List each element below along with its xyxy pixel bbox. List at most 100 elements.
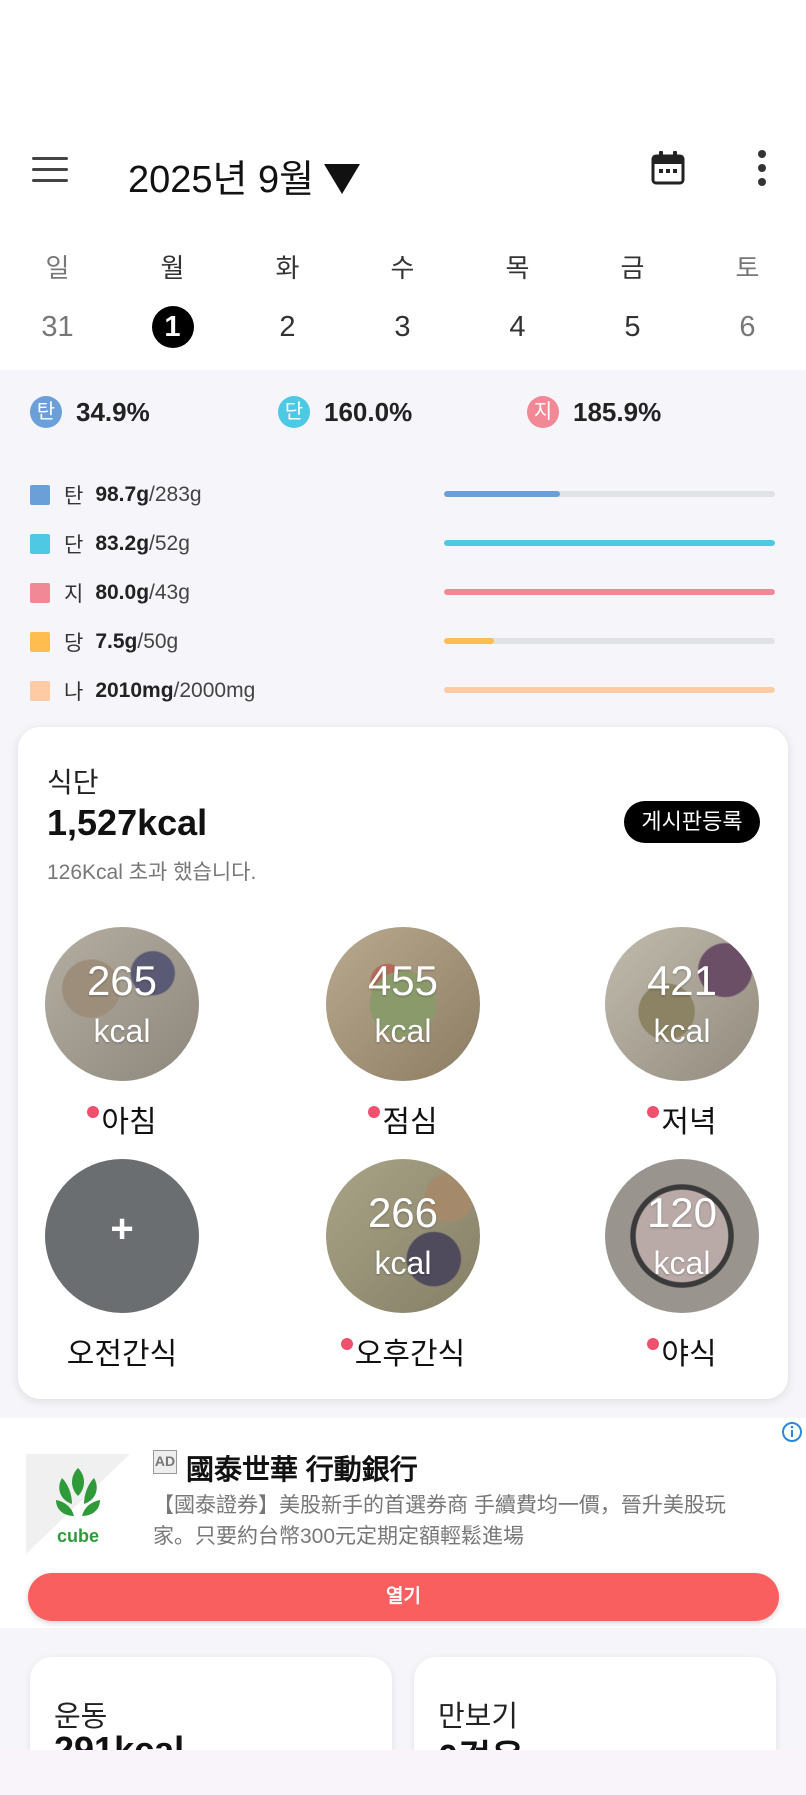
meal-breakfast[interactable]: 265 kcal 아침 xyxy=(32,927,212,1141)
logged-dot xyxy=(368,1106,381,1118)
carb-badge: 탄 xyxy=(30,396,62,428)
fat-percent-value: 185.9% xyxy=(573,396,662,427)
ad-banner[interactable]: cube AD 國泰世華 行動銀行 【國泰證券】美股新手的首選券商 手續費均一價… xyxy=(0,1418,806,1628)
protein-percent: 단 160.0% xyxy=(278,396,412,428)
logged-dot xyxy=(647,1338,660,1350)
bottom-edge xyxy=(0,1750,806,1795)
date-cell[interactable]: 2 xyxy=(267,306,309,348)
meal-name: 야식 xyxy=(661,1338,717,1371)
meal-photo: 455 kcal xyxy=(326,927,480,1081)
dropdown-arrow-icon xyxy=(324,164,361,194)
date-cell[interactable]: 6 xyxy=(727,306,769,348)
nutrient-name: 단 xyxy=(64,533,84,557)
nutrient-amount: 7.5g xyxy=(95,629,138,653)
meal-photo: 421 kcal xyxy=(605,927,759,1081)
logged-dot xyxy=(647,1106,660,1118)
meal-kcal-unit: kcal xyxy=(653,1013,711,1049)
legend-swatch xyxy=(30,484,50,505)
nutrient-name: 탄 xyxy=(64,484,84,508)
weekday-label: 일 xyxy=(45,253,70,283)
meal-photo: 266 kcal xyxy=(326,1159,480,1313)
meal-morning-snack[interactable]: + 오전간식 xyxy=(32,1159,212,1373)
calendar-icon[interactable] xyxy=(650,150,686,186)
ad-title[interactable]: 國泰世華 行動銀行 xyxy=(186,1448,418,1488)
nutrient-amount: 83.2g xyxy=(95,531,150,555)
meal-kcal-unit: kcal xyxy=(374,1245,432,1281)
nutrient-goal: /43g xyxy=(149,580,190,604)
meal-name: 점심 xyxy=(382,1106,438,1139)
weekday-label: 목 xyxy=(505,253,530,283)
nutrient-goal: /52g xyxy=(149,531,190,555)
fat-badge: 지 xyxy=(527,396,559,428)
nutrient-name: 나 xyxy=(64,680,84,704)
svg-text:cube: cube xyxy=(57,1526,99,1546)
legend-swatch xyxy=(30,631,50,652)
legend-swatch xyxy=(30,533,50,554)
meal-kcal-value: 455 xyxy=(367,957,439,1004)
nutrient-progress-bar xyxy=(444,589,775,595)
meal-name: 아침 xyxy=(101,1106,157,1139)
ad-open-button[interactable]: 열기 xyxy=(28,1573,779,1621)
meal-photo: 120 kcal xyxy=(605,1159,759,1313)
meal-afternoon-snack[interactable]: 266 kcal 오후간식 xyxy=(313,1159,493,1373)
nutrient-progress-bar xyxy=(444,687,775,693)
weekday-label: 수 xyxy=(390,253,415,283)
nutrient-amount: 80.0g xyxy=(95,580,150,604)
meal-kcal-value: 120 xyxy=(646,1189,718,1236)
carb-percent: 탄 34.9% xyxy=(30,396,150,428)
legend-swatch xyxy=(30,582,50,603)
weekday-label: 토 xyxy=(735,253,760,283)
date-cell[interactable]: 31 xyxy=(37,306,79,348)
protein-badge: 단 xyxy=(278,396,310,428)
ad-description: 【國泰證券】美股新手的首選券商 手續費均一價，晉升美股玩家。只要約台幣300元定… xyxy=(153,1494,726,1548)
date-cell[interactable]: 3 xyxy=(382,306,424,348)
meal-kcal-unit: kcal xyxy=(93,1013,151,1049)
date-row: 31 1 2 3 4 5 6 xyxy=(0,306,806,348)
weekday-label: 화 xyxy=(275,253,300,283)
nutrient-row-fat: 지 80.0g/43g xyxy=(30,568,780,617)
menu-icon[interactable] xyxy=(32,157,68,183)
nutrient-row-sugar: 당 7.5g/50g xyxy=(30,617,780,666)
add-meal-button[interactable]: + xyxy=(45,1159,199,1313)
nutrient-progress-bar xyxy=(444,540,775,546)
date-cell[interactable]: 4 xyxy=(497,306,539,348)
info-icon[interactable] xyxy=(780,1420,804,1444)
more-options-icon[interactable] xyxy=(752,150,772,186)
nutrient-goal: /2000mg xyxy=(173,678,256,702)
date-cell-selected[interactable]: 1 xyxy=(151,306,194,348)
carb-percent-value: 34.9% xyxy=(76,396,150,427)
protein-percent-value: 160.0% xyxy=(324,396,413,427)
nutrient-name: 당 xyxy=(64,631,84,655)
board-register-button[interactable]: 게시판등록 xyxy=(624,801,760,843)
nutrient-goal: /50g xyxy=(137,629,179,653)
nutrient-row-protein: 단 83.2g/52g xyxy=(30,519,780,568)
logged-dot xyxy=(340,1338,353,1350)
meal-lunch[interactable]: 455 kcal 점심 xyxy=(313,927,493,1141)
nutrient-row-sodium: 나 2010mg/2000mg xyxy=(30,666,780,715)
diet-note: 126Kcal 초과 했습니다. xyxy=(47,861,257,884)
month-selector[interactable]: 2025년 9월 xyxy=(128,148,361,203)
nutrient-amount: 98.7g xyxy=(95,482,150,506)
nutrient-goal: /283g xyxy=(149,482,202,506)
fat-percent: 지 185.9% xyxy=(527,396,661,428)
meal-dinner[interactable]: 421 kcal 저녁 xyxy=(592,927,772,1141)
meal-late-night[interactable]: 120 kcal 야식 xyxy=(592,1159,772,1373)
nutrient-row-carb: 탄 98.7g/283g xyxy=(30,470,780,519)
meal-kcal-unit: kcal xyxy=(374,1013,432,1049)
cube-logo-icon: cube xyxy=(26,1454,130,1554)
plus-icon: + xyxy=(110,1207,134,1251)
macro-percent-row: 탄 34.9% 단 160.0% 지 185.9% xyxy=(30,396,790,432)
meal-kcal-value: 265 xyxy=(86,957,158,1004)
diet-label: 식단 xyxy=(47,767,99,798)
meal-name: 오후간식 xyxy=(354,1338,466,1371)
logged-dot xyxy=(87,1106,100,1118)
top-bar: 2025년 9월 일 월 화 수 목 금 토 31 1 2 3 4 5 6 xyxy=(0,0,806,370)
weekday-label: 금 xyxy=(620,253,645,283)
diet-total-kcal: 1,527kcal xyxy=(47,802,208,843)
date-cell[interactable]: 5 xyxy=(612,306,654,348)
nutrient-amount: 2010mg xyxy=(95,678,174,702)
meal-kcal-value: 421 xyxy=(646,957,718,1004)
month-title: 2025년 9월 xyxy=(128,159,315,201)
weekday-row: 일 월 화 수 목 금 토 xyxy=(0,248,806,285)
meal-photo: 265 kcal xyxy=(45,927,199,1081)
